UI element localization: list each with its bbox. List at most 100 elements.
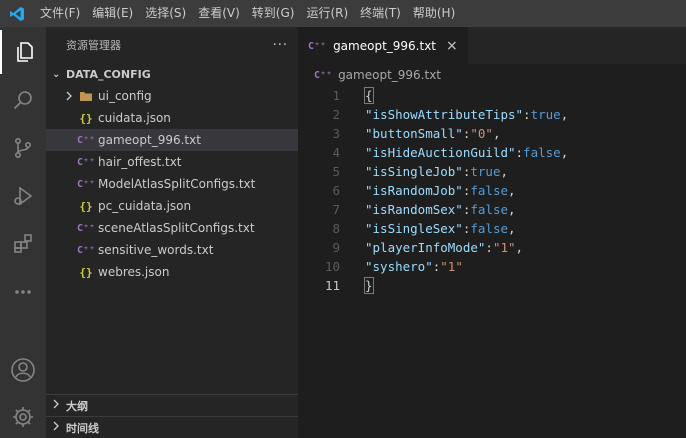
json-value: false (523, 145, 561, 160)
json-value: false (470, 202, 509, 217)
code-line[interactable]: 4 "isHideAuctionGuild":false, (298, 143, 686, 162)
tree-item-sensitive-words[interactable]: C⁺⁺ sensitive_words.txt (46, 239, 298, 261)
editor-area: C⁺⁺ gameopt_996.txt × C⁺⁺ gameopt_996.tx… (298, 27, 686, 438)
code-line[interactable]: 2 "isShowAttributeTips":true, (298, 105, 686, 124)
title-bar: 文件(F) 编辑(E) 选择(S) 查看(V) 转到(G) 运行(R) 终端(T… (0, 0, 686, 27)
code-line[interactable]: 1{ (298, 86, 686, 105)
run-debug-icon[interactable] (0, 174, 46, 218)
colon: : (485, 240, 493, 255)
line-content: { (364, 86, 374, 105)
menu-go[interactable]: 转到(G) (246, 0, 301, 27)
activity-bar (0, 27, 46, 438)
line-number: 1 (332, 88, 340, 103)
bottom-panels: 大纲 时间线 (46, 394, 298, 438)
search-icon[interactable] (0, 78, 46, 122)
code-line[interactable]: 8 "isSingleSex":false, (298, 219, 686, 238)
menu-run[interactable]: 运行(R) (300, 0, 354, 27)
tree-item-label: sceneAtlasSplitConfigs.txt (98, 221, 255, 235)
more-icon[interactable] (0, 270, 46, 314)
tree-item-label: sensitive_words.txt (98, 243, 214, 257)
brace: } (364, 277, 374, 294)
extensions-icon[interactable] (0, 222, 46, 266)
code-line[interactable]: 3 "buttonSmall":"0", (298, 124, 686, 143)
breadcrumb-file[interactable]: gameopt_996.txt (338, 68, 441, 82)
line-content: "isShowAttributeTips":true, (365, 105, 568, 124)
line-number: 8 (332, 221, 340, 236)
code-editor[interactable]: 1{2 "isShowAttributeTips":true, 3 "buttonSm… (298, 86, 686, 295)
outline-section-header[interactable]: 大纲 (46, 394, 298, 416)
cpp-icon: C⁺⁺ (76, 134, 96, 146)
vscode-logo-icon (0, 0, 34, 27)
tab-bar: C⁺⁺ gameopt_996.txt × (298, 27, 686, 64)
code-line[interactable]: 6 "isRandomJob":false, (298, 181, 686, 200)
tree-item-webres-json[interactable]: {} webres.json (46, 261, 298, 283)
tree-item-label: gameopt_996.txt (98, 133, 201, 147)
tab-label: gameopt_996.txt (333, 39, 436, 53)
json-icon: {} (79, 265, 93, 279)
menu-selection[interactable]: 选择(S) (139, 0, 192, 27)
cpp-icon: C⁺⁺ (308, 40, 327, 52)
code-line[interactable]: 7 "isRandomSex":false, (298, 200, 686, 219)
timeline-section-header[interactable]: 时间线 (46, 416, 298, 438)
account-icon[interactable] (0, 348, 46, 392)
code-line[interactable]: 9 "playerInfoMode":"1", (298, 238, 686, 257)
line-number: 5 (332, 164, 340, 179)
json-value: "0" (470, 126, 493, 141)
tree-item-gameopt-996[interactable]: C⁺⁺ gameopt_996.txt (46, 129, 298, 151)
json-value: true (530, 107, 561, 122)
line-number: 11 (324, 278, 340, 293)
comma: , (508, 202, 516, 217)
cpp-icon: C⁺⁺ (76, 178, 96, 190)
tree-item-hair-offest[interactable]: C⁺⁺ hair_offest.txt (46, 151, 298, 173)
tree-item-label: pc_cuidata.json (98, 199, 192, 213)
folder-section-header[interactable]: ⌄ DATA_CONFIG (46, 63, 298, 85)
explorer-icon[interactable] (0, 30, 46, 74)
source-control-icon[interactable] (0, 126, 46, 170)
colon: : (515, 145, 524, 160)
json-icon: {} (79, 111, 93, 125)
tree-item-label: ModelAtlasSplitConfigs.txt (98, 177, 256, 191)
tree-item-label: webres.json (98, 265, 170, 279)
file-tree: ui_config {} cuidata.json C⁺⁺ gameopt_99… (46, 85, 298, 283)
chevron-right-icon (52, 421, 66, 434)
menu-view[interactable]: 查看(V) (192, 0, 246, 27)
menu-bar: 文件(F) 编辑(E) 选择(S) 查看(V) 转到(G) 运行(R) 终端(T… (34, 0, 461, 27)
timeline-label: 时间线 (66, 421, 99, 435)
code-line[interactable]: 11} (298, 276, 686, 295)
json-value: false (470, 183, 509, 198)
json-key: "playerInfoMode" (365, 240, 486, 255)
explorer-sidebar: 资源管理器 ··· ⌄ DATA_CONFIG ui_config {} cui… (46, 27, 298, 438)
cpp-icon: C⁺⁺ (314, 69, 333, 81)
chevron-right-icon (62, 91, 76, 101)
line-number: 6 (332, 183, 340, 198)
folder-icon (76, 90, 96, 102)
comma: , (515, 240, 524, 255)
comma: , (508, 183, 516, 198)
menu-edit[interactable]: 编辑(E) (86, 0, 139, 27)
tree-item-label: cuidata.json (98, 111, 171, 125)
comma: , (560, 107, 569, 122)
line-content: "playerInfoMode":"1", (365, 238, 523, 257)
json-value: false (470, 221, 509, 236)
tree-item-pc-cuidata[interactable]: {} pc_cuidata.json (46, 195, 298, 217)
breadcrumb: C⁺⁺ gameopt_996.txt (298, 64, 686, 86)
settings-gear-icon[interactable] (0, 395, 46, 438)
comma: , (492, 126, 501, 141)
menu-file[interactable]: 文件(F) (34, 0, 86, 27)
tab-gameopt-996[interactable]: C⁺⁺ gameopt_996.txt × (298, 27, 468, 64)
tree-item-cuidata-json[interactable]: {} cuidata.json (46, 107, 298, 129)
line-content: "isHideAuctionGuild":false, (365, 143, 568, 162)
more-actions-icon[interactable]: ··· (273, 38, 288, 53)
menu-terminal[interactable]: 终端(T) (354, 0, 407, 27)
menu-help[interactable]: 帮助(H) (407, 0, 461, 27)
code-line[interactable]: 5 "isSingleJob":true, (298, 162, 686, 181)
line-number: 2 (332, 107, 340, 122)
tree-item-ui-config[interactable]: ui_config (46, 85, 298, 107)
tree-item-model-atlas[interactable]: C⁺⁺ ModelAtlasSplitConfigs.txt (46, 173, 298, 195)
line-number: 4 (332, 145, 340, 160)
brace: { (364, 87, 374, 104)
close-icon[interactable]: × (446, 38, 458, 54)
tree-item-scene-atlas[interactable]: C⁺⁺ sceneAtlasSplitConfigs.txt (46, 217, 298, 239)
code-line[interactable]: 10 "syshero":"1" (298, 257, 686, 276)
line-number: 9 (332, 240, 340, 255)
